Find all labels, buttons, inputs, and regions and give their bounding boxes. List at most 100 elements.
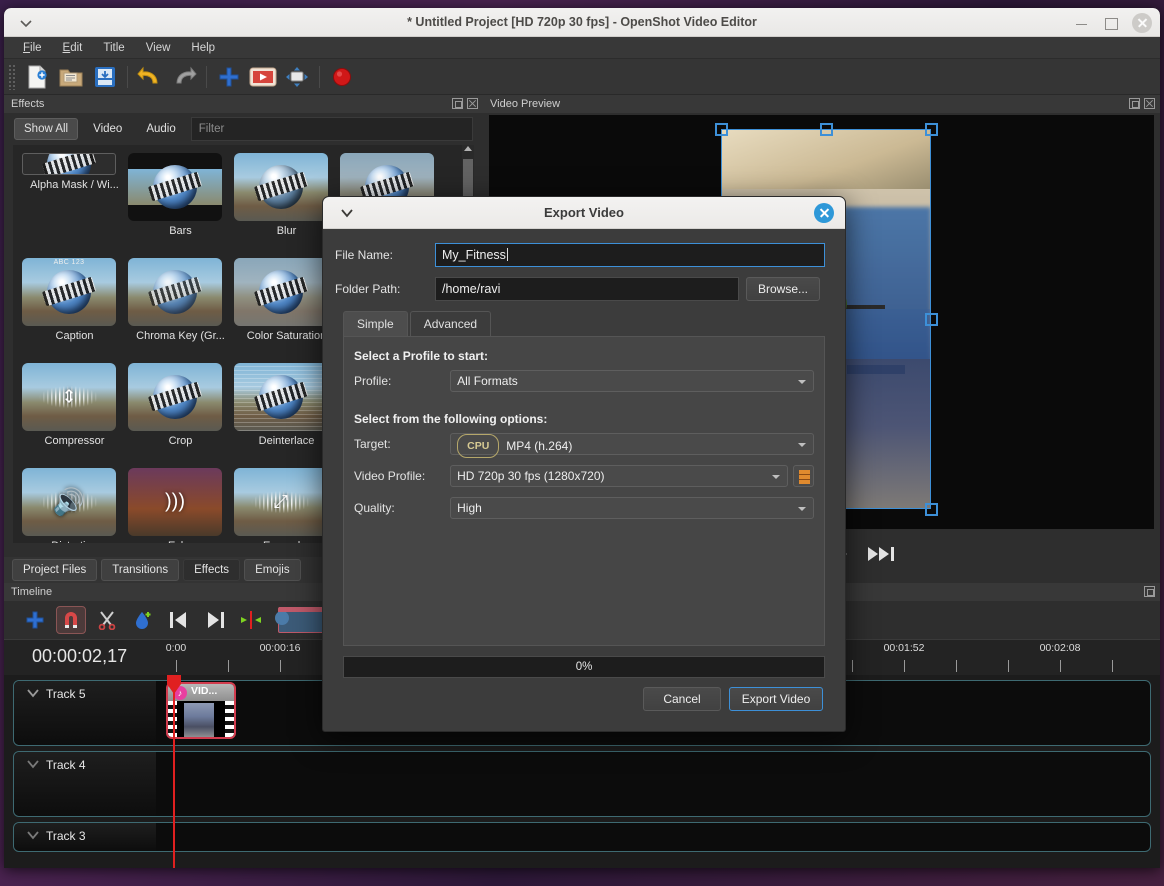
dialog-close-button[interactable] bbox=[814, 203, 834, 223]
target-value: MP4 (h.264) bbox=[506, 439, 573, 453]
menu-help[interactable]: Help bbox=[182, 40, 225, 56]
track-collapse-caret-icon[interactable] bbox=[26, 830, 40, 840]
import-files-icon[interactable] bbox=[213, 62, 245, 92]
dock-tab-effects[interactable]: Effects bbox=[183, 559, 241, 581]
redo-icon[interactable] bbox=[168, 62, 200, 92]
add-marker-button[interactable] bbox=[128, 606, 158, 634]
track-collapse-caret-icon[interactable] bbox=[26, 759, 40, 769]
timeline-track[interactable]: Track 3 bbox=[13, 822, 1151, 852]
effect-item[interactable]: 🔊 Distortion bbox=[22, 468, 127, 543]
center-playhead-button[interactable] bbox=[236, 606, 266, 634]
razor-tool-button[interactable] bbox=[92, 606, 122, 634]
export-video-dialog: Export Video File Name: My_Fitness Folde… bbox=[322, 196, 846, 732]
video-profile-label: Video Profile: bbox=[354, 469, 426, 483]
effect-item[interactable]: Chroma Key (Gr... bbox=[128, 258, 233, 363]
timeline-panel-dock-icons bbox=[1144, 586, 1155, 597]
open-project-icon[interactable] bbox=[55, 62, 87, 92]
undo-icon[interactable] bbox=[134, 62, 166, 92]
effect-thumbnail: ABC 123 bbox=[22, 258, 116, 326]
effects-close-icon[interactable] bbox=[467, 98, 478, 109]
text-caret bbox=[506, 248, 508, 261]
scroll-up-arrow-icon[interactable] bbox=[464, 146, 472, 151]
effects-tab-show-all[interactable]: Show All bbox=[14, 118, 79, 140]
effects-tab-audio[interactable]: Audio bbox=[137, 119, 184, 139]
file-name-input[interactable]: My_Fitness bbox=[435, 243, 825, 267]
effect-label: Echo bbox=[128, 540, 233, 543]
profile-label: Profile: bbox=[354, 374, 392, 388]
dock-tab-transitions[interactable]: Transitions bbox=[101, 559, 180, 581]
track-label: Track 3 bbox=[46, 829, 86, 843]
effects-tab-video[interactable]: Video bbox=[84, 119, 131, 139]
effect-label: Distortion bbox=[22, 540, 127, 543]
new-project-icon[interactable] bbox=[21, 62, 53, 92]
effect-item[interactable]: ⇕ Compressor bbox=[22, 363, 127, 468]
dialog-body: File Name: My_Fitness Folder Path: /home… bbox=[323, 229, 845, 711]
effect-item[interactable]: Crop bbox=[128, 363, 233, 468]
timeline-playhead[interactable] bbox=[173, 675, 175, 868]
profile-select[interactable]: All Formats bbox=[450, 370, 814, 392]
minimize-button[interactable] bbox=[1074, 15, 1090, 31]
profile-icon[interactable] bbox=[281, 62, 313, 92]
dock-tab-emojis[interactable]: Emojis bbox=[244, 559, 301, 581]
tab-simple[interactable]: Simple bbox=[343, 311, 408, 336]
previous-marker-button[interactable] bbox=[164, 606, 194, 634]
dialog-button-row: Cancel Export Video bbox=[335, 687, 823, 711]
effect-thumbnail bbox=[234, 363, 328, 431]
film-ball-icon bbox=[47, 154, 91, 174]
resize-handle-top-left[interactable] bbox=[715, 123, 728, 136]
resize-handle-bottom-right[interactable] bbox=[925, 503, 938, 516]
quality-select[interactable]: High bbox=[450, 497, 814, 519]
effect-label: Alpha Mask / Wi... bbox=[30, 179, 119, 191]
next-marker-button[interactable] bbox=[200, 606, 230, 634]
add-track-button[interactable] bbox=[20, 606, 50, 634]
effect-item[interactable]: Alpha Mask / Wi... bbox=[22, 153, 127, 258]
folder-path-row: Folder Path: /home/ravi Browse... bbox=[335, 277, 833, 301]
browse-button[interactable]: Browse... bbox=[746, 277, 821, 301]
resize-handle-middle-right[interactable] bbox=[925, 313, 938, 326]
menu-view[interactable]: View bbox=[137, 40, 181, 56]
expander-arrows-icon: ⤢ bbox=[273, 491, 289, 512]
snapping-toggle[interactable] bbox=[56, 606, 86, 634]
timeline-track[interactable]: Track 4 bbox=[13, 751, 1151, 817]
window-controls bbox=[1074, 8, 1152, 37]
effect-item[interactable]: ABC 123 Caption bbox=[22, 258, 127, 363]
chevron-down-icon bbox=[798, 443, 806, 447]
resize-handle-top-center[interactable] bbox=[820, 123, 833, 136]
maximize-button[interactable] bbox=[1103, 15, 1119, 31]
cancel-button[interactable]: Cancel bbox=[643, 687, 721, 711]
track-collapse-caret-icon[interactable] bbox=[26, 688, 40, 698]
effect-item[interactable]: ))) Echo bbox=[128, 468, 233, 543]
menu-edit[interactable]: Edit bbox=[54, 40, 93, 56]
skip-to-end-button[interactable] bbox=[867, 546, 901, 562]
dock-tab-project-files[interactable]: Project Files bbox=[12, 559, 98, 581]
playhead-handle[interactable] bbox=[166, 675, 182, 695]
profile-edit-icon[interactable] bbox=[792, 465, 814, 487]
main-toolbar bbox=[4, 59, 1160, 95]
close-button[interactable] bbox=[1132, 12, 1152, 33]
menu-title[interactable]: Title bbox=[94, 40, 134, 56]
chrome-ball-icon bbox=[259, 165, 303, 209]
effect-item[interactable]: Bars bbox=[128, 153, 233, 258]
menu-file[interactable]: File bbox=[14, 40, 52, 56]
effects-float-icon[interactable] bbox=[452, 98, 463, 109]
video-profile-select[interactable]: HD 720p 30 fps (1280x720) bbox=[450, 465, 788, 487]
preview-close-icon[interactable] bbox=[1144, 98, 1155, 109]
preview-float-icon[interactable] bbox=[1129, 98, 1140, 109]
resize-handle-top-right[interactable] bbox=[925, 123, 938, 136]
openshot-application: * Untitled Project [HD 720p 30 fps] - Op… bbox=[0, 0, 1164, 886]
tab-advanced[interactable]: Advanced bbox=[409, 311, 492, 336]
folder-path-input[interactable]: /home/ravi bbox=[435, 277, 739, 301]
effects-filter-input[interactable]: Filter bbox=[190, 117, 473, 141]
save-project-icon[interactable] bbox=[89, 62, 121, 92]
record-icon[interactable] bbox=[326, 62, 358, 92]
video-profile-row: Video Profile: HD 720p 30 fps (1280x720) bbox=[354, 465, 814, 487]
export-video-icon[interactable] bbox=[247, 62, 279, 92]
effect-label: Compressor bbox=[44, 435, 105, 447]
toolbar-grip[interactable] bbox=[8, 63, 16, 90]
export-video-button[interactable]: Export Video bbox=[729, 687, 823, 711]
dialog-menu-chevron-icon[interactable] bbox=[339, 207, 355, 219]
target-label: Target: bbox=[354, 437, 391, 451]
effect-label: Crop bbox=[168, 435, 193, 447]
target-select[interactable]: CPU MP4 (h.264) bbox=[450, 433, 814, 458]
timeline-float-icon[interactable] bbox=[1144, 586, 1155, 597]
